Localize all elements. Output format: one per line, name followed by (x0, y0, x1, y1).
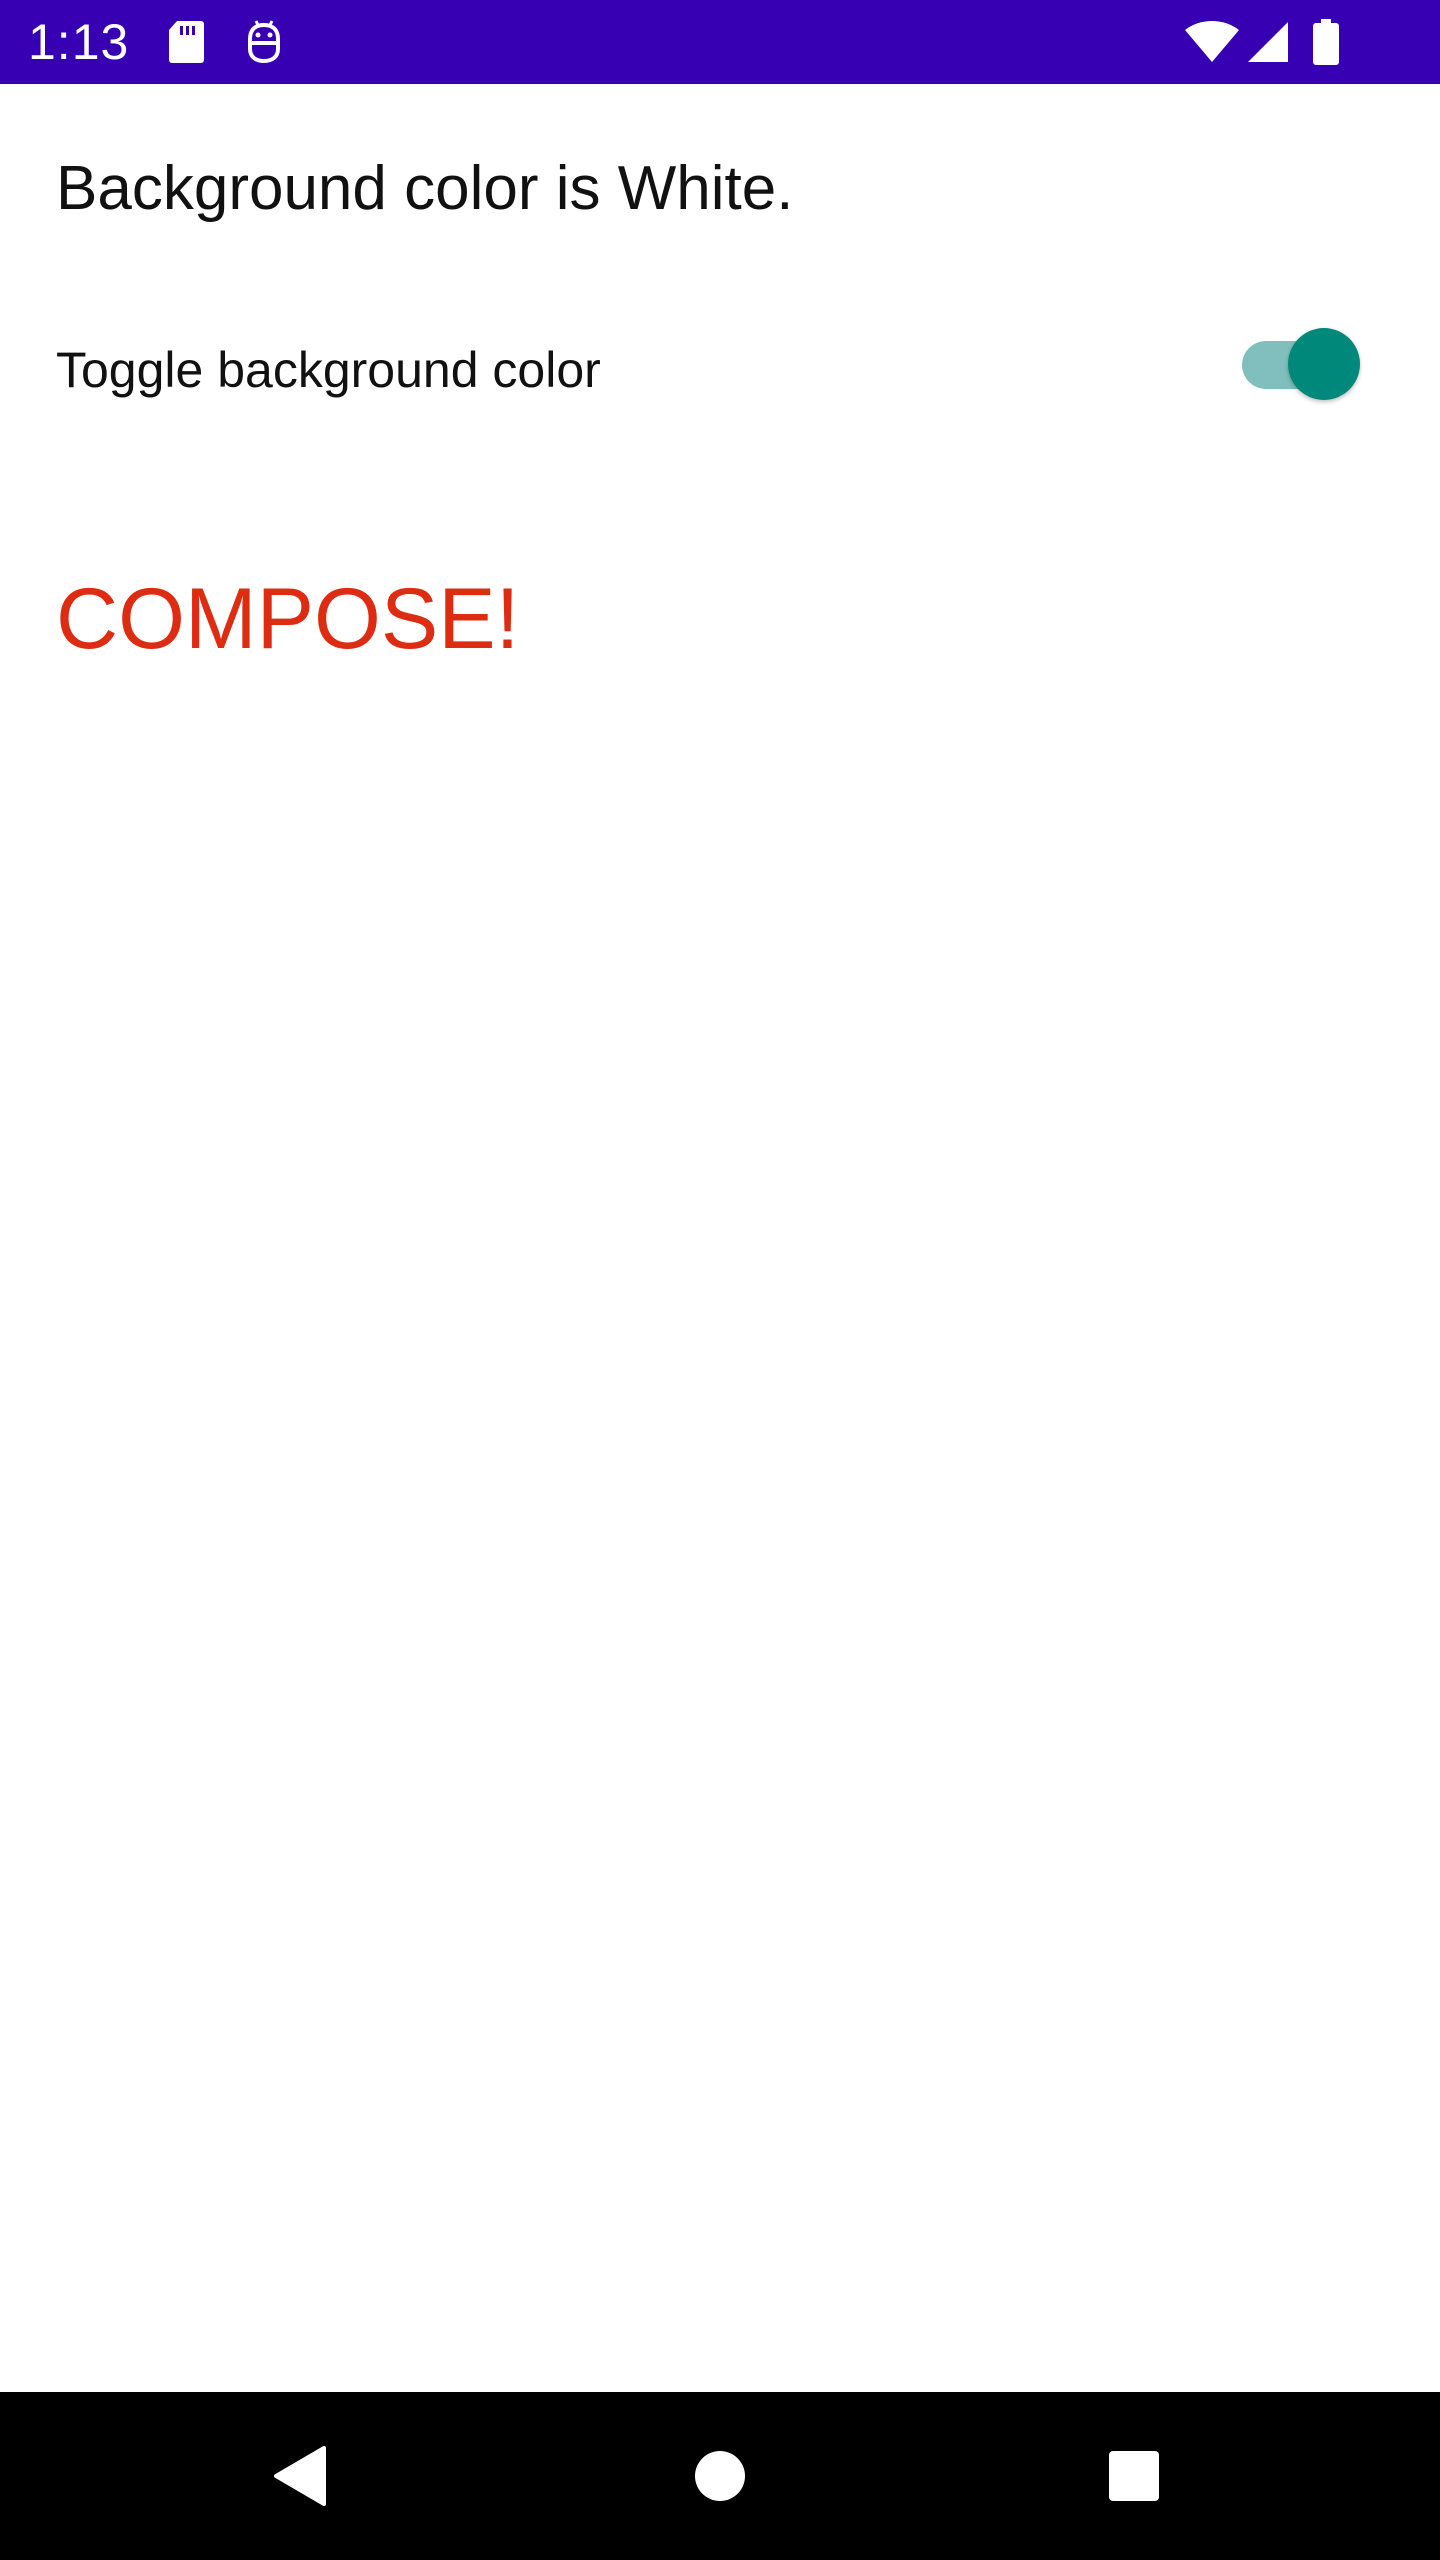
status-bar: 1:13 (0, 0, 1440, 84)
cell-signal-icon (1244, 0, 1292, 84)
battery-icon (1310, 0, 1342, 84)
toggle-label: Toggle background color (56, 342, 601, 398)
back-button[interactable] (220, 2392, 380, 2560)
wifi-icon (1182, 0, 1242, 84)
background-status-text: Background color is White. (56, 154, 794, 223)
home-icon (695, 2451, 745, 2501)
recents-button[interactable] (1054, 2392, 1214, 2560)
switch-thumb[interactable] (1288, 328, 1360, 400)
back-icon (274, 2446, 326, 2506)
recents-icon (1109, 2451, 1159, 2501)
toggle-row[interactable]: Toggle background color (0, 310, 1440, 420)
home-button[interactable] (640, 2392, 800, 2560)
status-time: 1:13 (28, 14, 130, 70)
debug-icon (242, 0, 286, 84)
compose-text: COMPOSE! (56, 571, 520, 667)
background-toggle-switch[interactable] (1238, 328, 1362, 402)
main-content: Background color is White. Toggle backgr… (0, 84, 1440, 2392)
sd-card-icon (164, 0, 208, 84)
app-screen: 1:13 Background color is White. Toggle b… (0, 0, 1440, 2560)
navigation-bar (0, 2392, 1440, 2560)
